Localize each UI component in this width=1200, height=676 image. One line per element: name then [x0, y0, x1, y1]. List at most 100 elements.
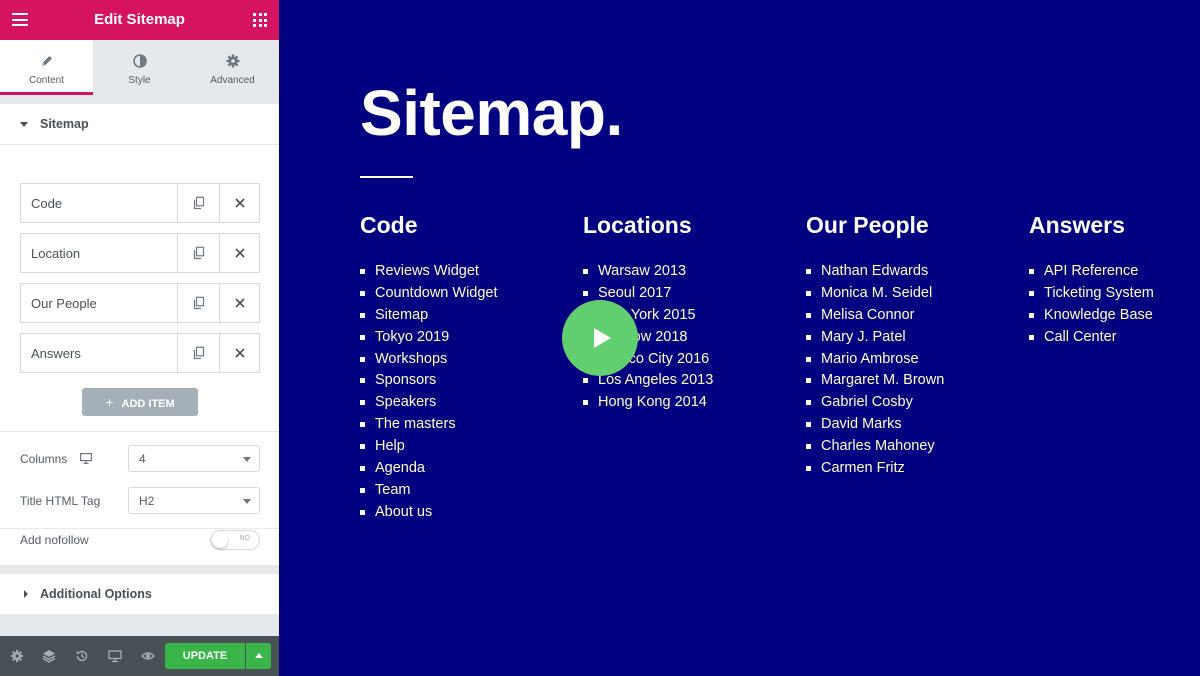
sitemap-link[interactable]: Countdown Widget [360, 283, 580, 305]
sitemap-link[interactable]: Monica M. Seidel [806, 283, 1026, 305]
settings-icon[interactable] [10, 649, 24, 663]
tab-content-label: Content [28, 75, 65, 86]
sitemap-link[interactable]: Mario Ambrose [806, 349, 1026, 371]
repeater-item-label[interactable]: Code [31, 196, 62, 211]
play-video-button[interactable] [562, 300, 638, 376]
add-item-button[interactable]: + ADD ITEM [82, 388, 198, 416]
additional-options-header[interactable]: Additional Options [0, 574, 279, 614]
tab-content[interactable]: Content [0, 40, 93, 95]
sitemap-link[interactable]: Margaret M. Brown [806, 370, 1026, 392]
update-button[interactable]: UPDATE [165, 643, 245, 669]
sitemap-column: Our People Nathan Edwards Monica M. Seid… [806, 212, 1026, 480]
close-icon [235, 248, 245, 258]
update-options-button[interactable] [246, 643, 271, 669]
sitemap-section-header[interactable]: Sitemap [0, 104, 279, 145]
remove-button[interactable] [219, 184, 260, 222]
sitemap-link[interactable]: Reviews Widget [360, 261, 580, 283]
link-list: Nathan Edwards Monica M. Seidel Melisa C… [806, 261, 1026, 480]
sitemap-link[interactable]: Knowledge Base [1029, 305, 1200, 327]
repeater-item[interactable]: Answers [20, 333, 260, 373]
sitemap-link[interactable]: Workshops [360, 349, 580, 371]
repeater-item-label[interactable]: Answers [31, 346, 81, 361]
sitemap-link[interactable]: Nathan Edwards [806, 261, 1026, 283]
repeater-item[interactable]: Our People [20, 283, 260, 323]
title-tag-value: H2 [139, 494, 155, 508]
remove-button[interactable] [219, 234, 260, 272]
pencil-icon [41, 56, 52, 66]
preview-eye-icon[interactable] [141, 649, 155, 663]
section-title: Sitemap [40, 117, 89, 131]
panel-header: Edit Sitemap [0, 0, 279, 40]
columns-label: Columns [20, 452, 68, 466]
repeater-item[interactable]: Code [20, 183, 260, 223]
duplicate-button[interactable] [177, 284, 219, 322]
sitemap-link[interactable]: Seoul 2017 [583, 283, 803, 305]
sitemap-link[interactable]: Ticketing System [1029, 283, 1200, 305]
repeater-item-label[interactable]: Location [31, 246, 80, 261]
widgets-grid-icon[interactable] [253, 13, 267, 27]
toggle-state: NO [239, 535, 251, 542]
link-list: Reviews Widget Countdown Widget Sitemap … [360, 261, 580, 524]
tab-advanced[interactable]: Advanced [186, 40, 279, 95]
sitemap-link[interactable]: Sitemap [360, 305, 580, 327]
sitemap-link[interactable]: Call Center [1029, 327, 1200, 349]
add-item-label: ADD ITEM [121, 398, 175, 410]
sitemap-link[interactable]: About us [360, 502, 580, 524]
page-preview: Sitemap. Code Reviews Widget Countdown W… [279, 0, 1200, 676]
toggle-knob [212, 532, 228, 548]
sitemap-link[interactable]: Team [360, 480, 580, 502]
sitemap-link[interactable]: Mary J. Patel [806, 327, 1026, 349]
close-icon [235, 198, 245, 208]
sitemap-link[interactable]: Help [360, 436, 580, 458]
sitemap-link[interactable]: Tokyo 2019 [360, 327, 580, 349]
section-divider [0, 95, 279, 104]
sitemap-link[interactable]: The masters [360, 414, 580, 436]
sitemap-link[interactable]: Charles Mahoney [806, 436, 1026, 458]
section-divider [0, 565, 279, 574]
column-heading: Code [360, 212, 418, 238]
copy-icon [193, 296, 204, 310]
tab-style[interactable]: Style [93, 40, 186, 95]
nofollow-toggle[interactable]: NO [210, 530, 260, 550]
repeater-item[interactable]: Location [20, 233, 260, 273]
sitemap-link[interactable]: Carmen Fritz [806, 458, 1026, 480]
title-tag-select[interactable]: H2 [128, 487, 260, 514]
chevron-down-icon [243, 457, 251, 462]
history-icon[interactable] [75, 649, 89, 663]
duplicate-button[interactable] [177, 234, 219, 272]
editor-panel: Edit Sitemap Content Style Advanced Site… [0, 0, 279, 676]
link-list: API Reference Ticketing System Knowledge… [1029, 261, 1200, 349]
sitemap-link[interactable]: Los Angeles 2013 [583, 370, 803, 392]
sitemap-link[interactable]: Hong Kong 2014 [583, 392, 803, 414]
title-tag-label: Title HTML Tag [20, 494, 101, 508]
sitemap-link[interactable]: API Reference [1029, 261, 1200, 283]
divider [0, 431, 279, 432]
column-heading: Our People [806, 212, 929, 238]
duplicate-button[interactable] [177, 334, 219, 372]
sitemap-link[interactable]: David Marks [806, 414, 1026, 436]
close-icon [235, 348, 245, 358]
repeater-item-label[interactable]: Our People [31, 296, 97, 311]
sitemap-link[interactable]: Speakers [360, 392, 580, 414]
layers-icon[interactable] [42, 649, 56, 663]
copy-icon [193, 246, 204, 260]
tab-advanced-label: Advanced [210, 75, 255, 86]
columns-select[interactable]: 4 [128, 445, 260, 472]
panel-tabs: Content Style Advanced [0, 40, 279, 95]
responsive-mode-icon[interactable] [108, 649, 122, 663]
sitemap-link[interactable]: Sponsors [360, 370, 580, 392]
remove-button[interactable] [219, 334, 260, 372]
duplicate-button[interactable] [177, 184, 219, 222]
tab-style-label: Style [128, 75, 151, 86]
sitemap-link[interactable]: Melisa Connor [806, 305, 1026, 327]
remove-button[interactable] [219, 284, 260, 322]
panel-title: Edit Sitemap [94, 11, 185, 28]
sitemap-link[interactable]: Warsaw 2013 [583, 261, 803, 283]
desktop-icon[interactable] [80, 453, 92, 464]
copy-icon [193, 196, 204, 210]
close-icon [235, 298, 245, 308]
sitemap-link[interactable]: Gabriel Cosby [806, 392, 1026, 414]
additional-options-title: Additional Options [40, 587, 152, 601]
sitemap-column: Answers API Reference Ticketing System K… [1029, 212, 1200, 349]
sitemap-link[interactable]: Agenda [360, 458, 580, 480]
